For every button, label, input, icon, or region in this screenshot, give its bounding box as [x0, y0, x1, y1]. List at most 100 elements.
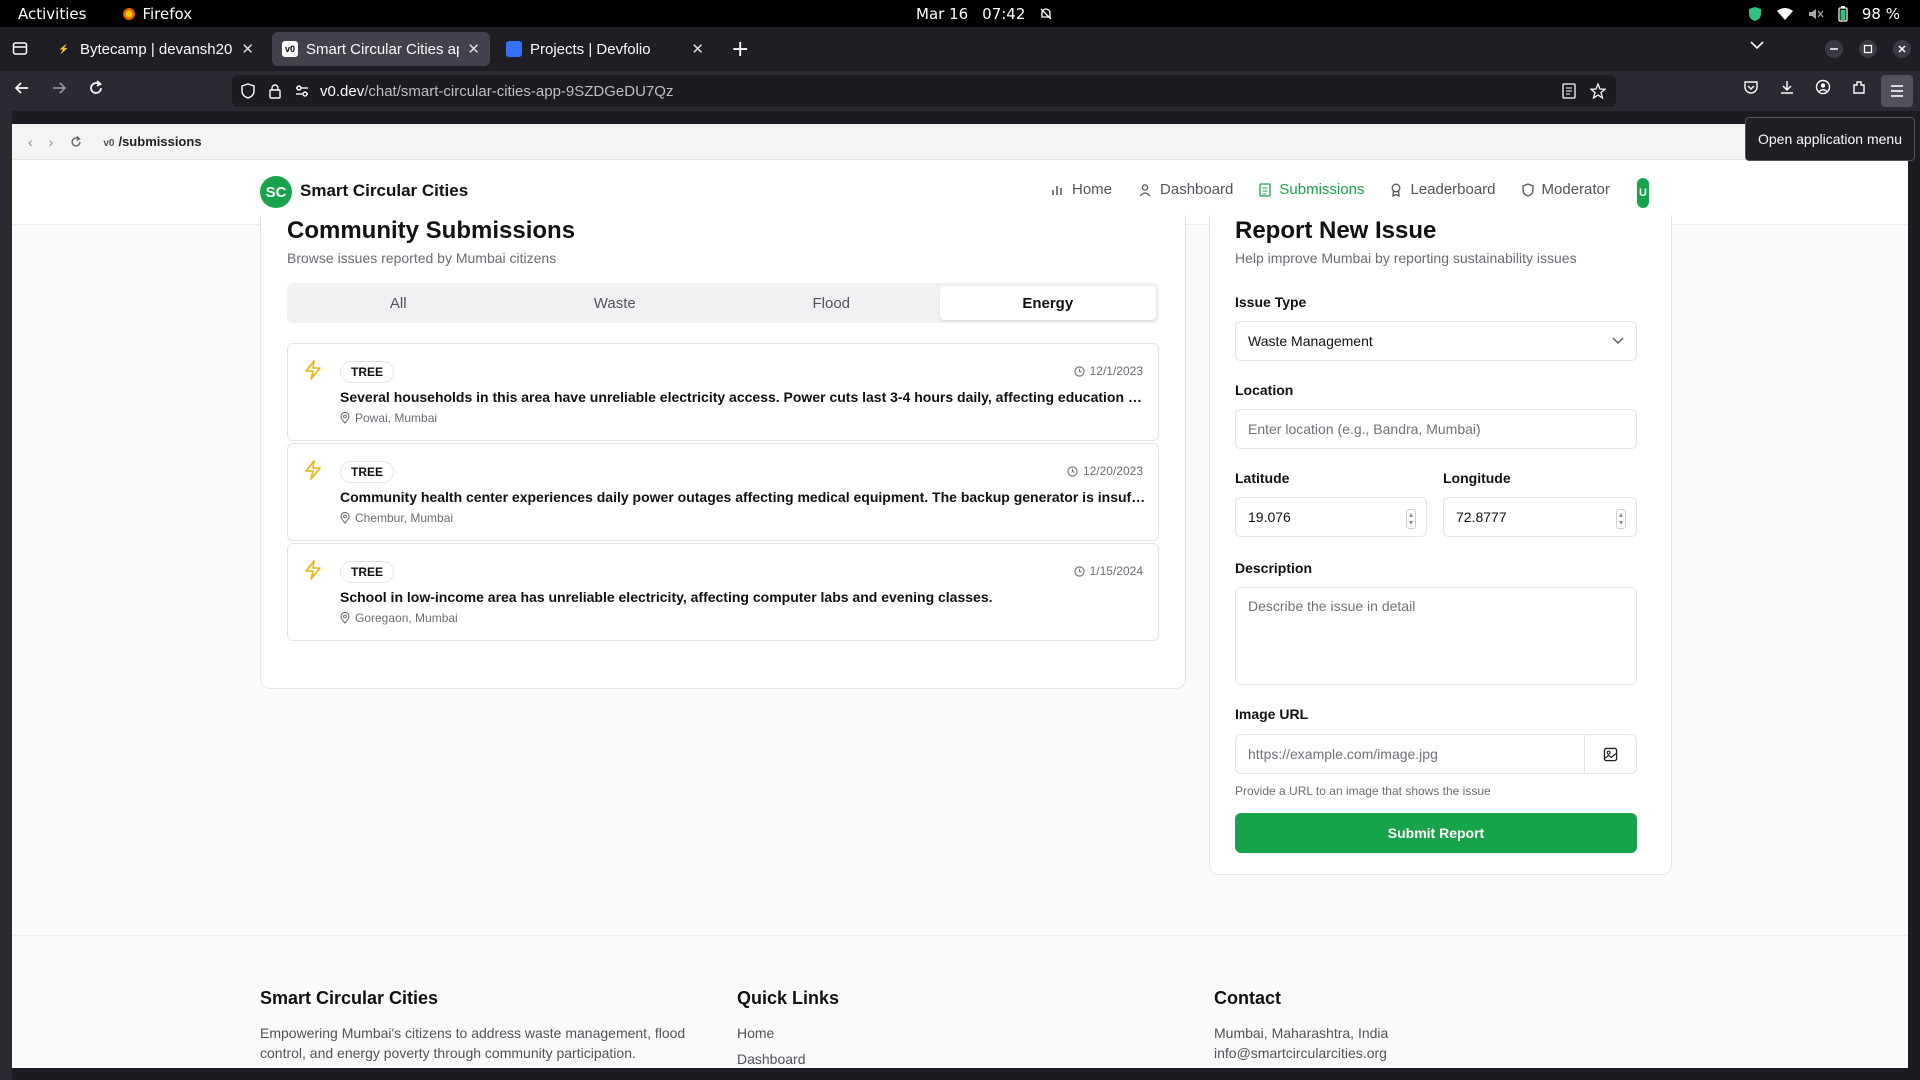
nav-dashboard[interactable]: Dashboard [1138, 181, 1233, 198]
number-stepper-icon[interactable]: ▴ ▾ [1615, 509, 1626, 529]
reload-icon[interactable] [87, 79, 105, 97]
close-window-icon[interactable] [1893, 40, 1911, 58]
user-icon [1138, 183, 1152, 197]
nav-submissions[interactable]: Submissions [1259, 181, 1364, 198]
submission-location: Goregaon, Mumbai [340, 611, 458, 625]
avatar[interactable]: U [1637, 178, 1649, 208]
submissions-card: Community Submissions Browse issues repo… [260, 215, 1186, 689]
number-stepper-icon[interactable]: ▴ ▾ [1405, 509, 1416, 529]
report-title: Report New Issue [1235, 217, 1437, 244]
firefox-app-menu[interactable]: Firefox [122, 5, 192, 23]
nav-home[interactable]: Home [1050, 181, 1112, 198]
wifi-icon [1776, 7, 1794, 21]
preview-forward-icon[interactable]: › [49, 134, 54, 150]
footer-links-title: Quick Links [737, 988, 840, 1008]
nav-leaderboard[interactable]: Leaderboard [1390, 181, 1496, 198]
new-tab-icon[interactable]: + [731, 37, 749, 62]
date-text: Mar 16 [916, 5, 969, 23]
minimize-window-icon[interactable] [1825, 40, 1843, 58]
close-tab-icon[interactable]: ✕ [691, 40, 704, 58]
location-input[interactable]: Enter location (e.g., Bandra, Mumbai) [1235, 409, 1637, 449]
downloads-icon[interactable] [1779, 79, 1795, 95]
image-url-input[interactable]: https://example.com/image.jpg [1235, 734, 1585, 774]
preview-reload-icon[interactable] [69, 135, 83, 149]
list-all-tabs-icon[interactable] [1750, 40, 1764, 50]
report-form-card: Report New Issue Help improve Mumbai by … [1209, 215, 1672, 875]
bar-chart-icon [1050, 183, 1064, 197]
zap-icon [304, 560, 322, 580]
tab-all[interactable]: All [290, 286, 507, 320]
submissions-title: Community Submissions [287, 217, 576, 244]
image-url-hint: Provide a URL to an image that shows the… [1235, 784, 1491, 798]
restore-window-icon[interactable] [1859, 40, 1877, 58]
footer-link-home[interactable]: Home [737, 1023, 839, 1043]
tracking-protection-icon[interactable] [240, 83, 256, 99]
main-nav: Home Dashboard Submissions Leaderboard M… [1050, 181, 1610, 198]
submission-item[interactable]: TREE 12/20/2023 Community health center … [287, 443, 1159, 541]
vpn-shield-icon [1748, 6, 1762, 22]
submission-description: Several households in this area have unr… [340, 389, 1148, 405]
footer-contact-address: Mumbai, Maharashtra, India [1214, 1025, 1389, 1041]
tab-energy[interactable]: Energy [939, 286, 1156, 320]
system-top-bar: Activities Firefox Mar 16 07:42 98 % [0, 0, 1920, 27]
permissions-icon[interactable] [294, 84, 310, 98]
clock-icon [1073, 565, 1085, 577]
v0-favicon-icon: v0 [282, 41, 298, 57]
submission-item[interactable]: TREE 12/1/2023 Several households in thi… [287, 343, 1159, 441]
image-preview-button[interactable] [1584, 734, 1637, 774]
map-pin-icon [340, 512, 350, 524]
browser-tab[interactable]: ⚡ Bytecamp | devansh2020 ✕ [46, 32, 264, 66]
submission-location: Powai, Mumbai [340, 411, 437, 425]
longitude-input[interactable]: 72.8777 ▴ ▾ [1443, 497, 1637, 537]
footer-link-dashboard[interactable]: Dashboard [737, 1049, 839, 1069]
browser-tab[interactable]: Projects | Devfolio ✕ [496, 32, 714, 66]
battery-icon [1838, 6, 1848, 22]
image-icon [1603, 747, 1618, 762]
close-tab-icon[interactable]: ✕ [241, 40, 254, 58]
lock-icon[interactable] [268, 83, 282, 99]
footer-contact-email[interactable]: info@smartcircularcities.org [1214, 1043, 1388, 1063]
submission-date: 12/20/2023 [1067, 464, 1143, 478]
preview-path[interactable]: v0/submissions [103, 134, 201, 149]
clock[interactable]: Mar 16 07:42 [916, 5, 1053, 23]
issue-type-select[interactable]: Waste Management [1235, 321, 1637, 361]
map-pin-icon [340, 612, 350, 624]
submission-date: 12/1/2023 [1073, 364, 1143, 378]
submission-description: School in low-income area has unreliable… [340, 589, 993, 605]
bookmark-star-icon[interactable] [1590, 83, 1606, 99]
system-tray[interactable]: 98 % [1748, 5, 1900, 23]
preview-back-icon[interactable]: ‹ [28, 134, 33, 150]
account-icon[interactable] [1815, 79, 1831, 95]
footer-brand-text: Empowering Mumbai's citizens to address … [260, 1025, 686, 1061]
pocket-icon[interactable] [1743, 79, 1759, 95]
brand-name[interactable]: Smart Circular Cities [300, 181, 468, 201]
url-bar[interactable]: v0.dev/chat/smart-circular-cities-app-9S… [232, 75, 1616, 107]
tab-flood[interactable]: Flood [723, 286, 940, 320]
reader-view-icon[interactable] [1562, 83, 1576, 99]
nav-moderator[interactable]: Moderator [1521, 181, 1610, 198]
image-url-label: Image URL [1235, 706, 1309, 722]
browser-nav-toolbar: v0.dev/chat/smart-circular-cities-app-9S… [0, 71, 1920, 111]
forward-icon[interactable] [50, 79, 68, 97]
extensions-icon[interactable] [1851, 79, 1867, 95]
location-label: Location [1235, 382, 1294, 398]
award-icon [1390, 183, 1402, 197]
activities-button[interactable]: Activities [18, 5, 86, 23]
submission-location: Chembur, Mumbai [340, 511, 453, 525]
description-textarea[interactable]: Describe the issue in detail [1235, 587, 1637, 685]
app-menu-hamburger-icon[interactable] [1881, 75, 1913, 107]
close-tab-icon[interactable]: ✕ [467, 40, 480, 58]
window-edge [0, 111, 12, 1080]
back-icon[interactable] [13, 79, 31, 97]
logo[interactable]: SC [260, 176, 292, 208]
submit-report-button[interactable]: Submit Report [1235, 813, 1637, 853]
tab-waste[interactable]: Waste [507, 286, 724, 320]
submission-item[interactable]: TREE 1/15/2024 School in low-income area… [287, 543, 1159, 641]
map-pin-icon [340, 412, 350, 424]
firefox-view-icon[interactable] [12, 40, 28, 56]
category-badge: TREE [340, 561, 395, 583]
latitude-input[interactable]: 19.076 ▴ ▾ [1235, 497, 1427, 537]
preview-bar: ‹ › v0/submissions [12, 124, 1908, 160]
browser-tab-active[interactable]: v0 Smart Circular Cities app ✕ [272, 32, 490, 66]
longitude-label: Longitude [1443, 470, 1511, 486]
